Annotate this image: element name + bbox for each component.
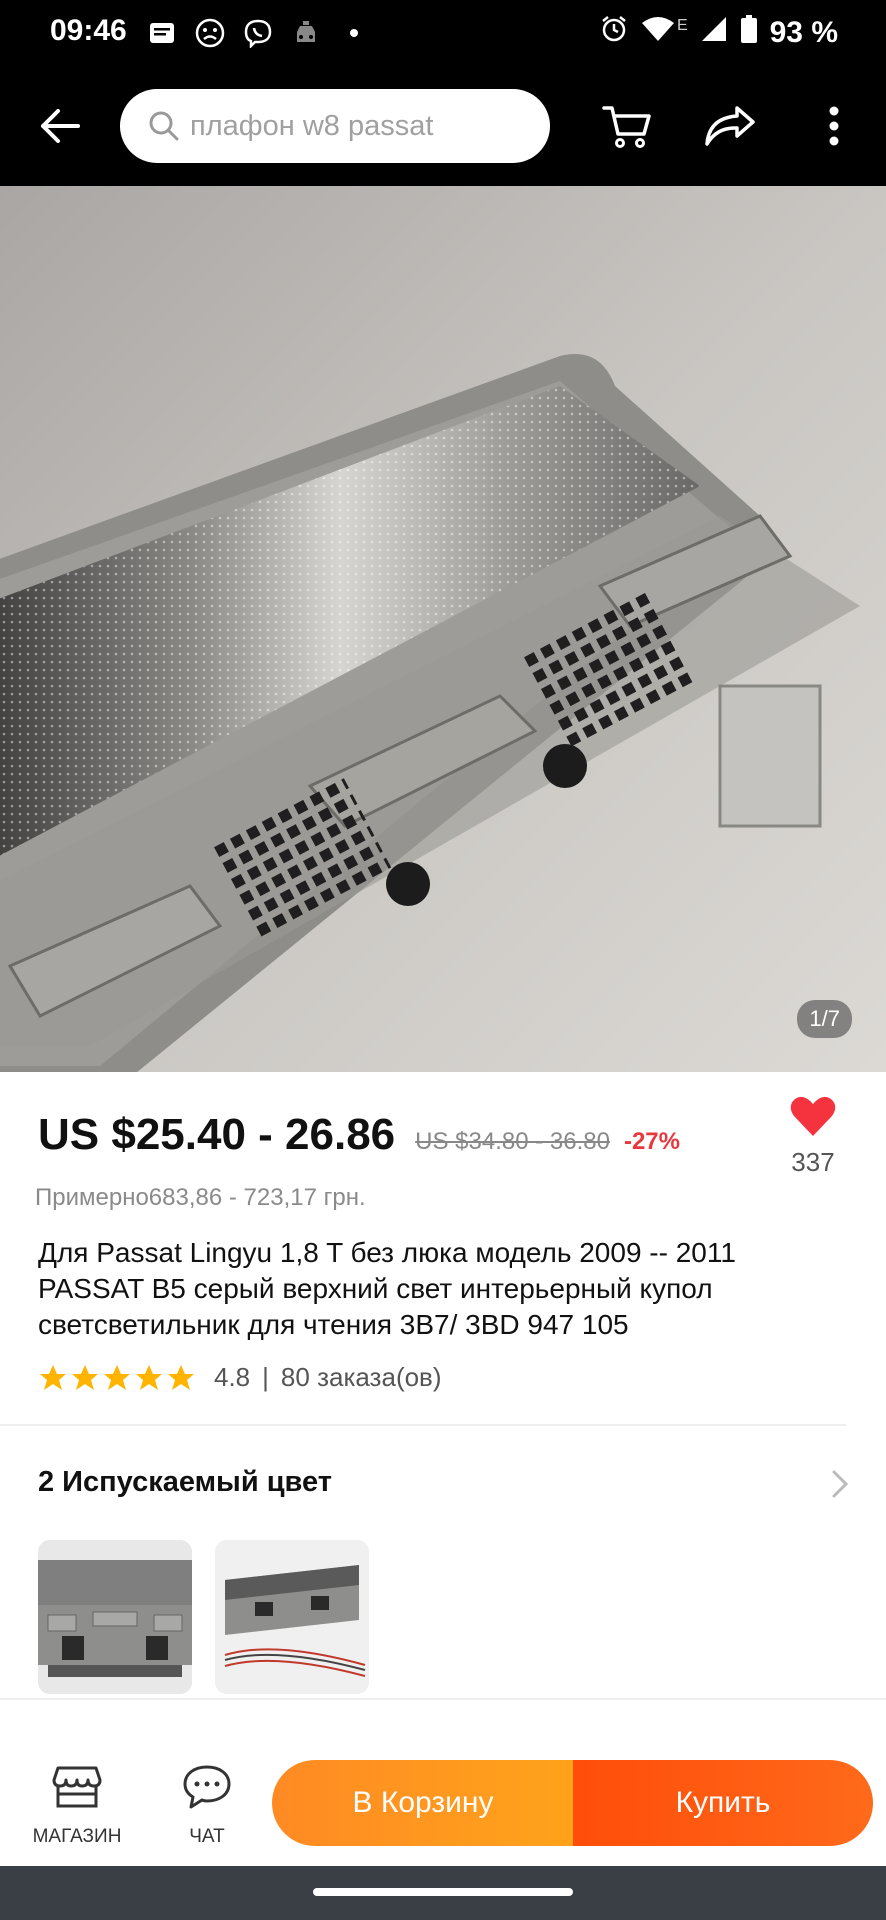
divider: [0, 1698, 886, 1700]
product-title: Для Passat Lingyu 1,8 T без люка модель …: [38, 1237, 736, 1340]
back-button[interactable]: [28, 94, 92, 158]
price: US $25.40 - 26.86: [38, 1110, 396, 1159]
star-icon: [40, 1364, 66, 1390]
color-variants-section[interactable]: 2 Испускаемый цвет: [0, 1428, 886, 1708]
rating-separator: |: [262, 1362, 269, 1392]
wifi-icon: [641, 15, 675, 51]
search-icon: [149, 111, 179, 141]
store-button[interactable]: МАГАЗИН: [30, 1764, 124, 1848]
alarm-icon: [599, 14, 629, 52]
divider: [0, 1424, 846, 1426]
signal-icon: [700, 15, 728, 51]
cart-icon: [602, 106, 651, 148]
search-input[interactable]: [190, 109, 530, 143]
chevron-right-icon[interactable]: [830, 1468, 850, 1500]
share-icon: [705, 106, 755, 146]
star-icon: [104, 1364, 130, 1390]
arrow-left-icon: [41, 109, 80, 143]
status-bar: 09:46 E 93 %: [0, 0, 886, 66]
star-icon: [136, 1364, 162, 1390]
chat-icon: [183, 1765, 231, 1809]
variants-title: 2 Испускаемый цвет: [38, 1466, 332, 1498]
more-menu-button[interactable]: [802, 94, 866, 158]
old-price: US $34.80 - 36.80: [415, 1128, 610, 1155]
variant-image-1: [38, 1540, 192, 1694]
cart-button[interactable]: [595, 94, 659, 158]
system-icons: E 93 %: [599, 14, 838, 52]
top-bar: [0, 66, 886, 186]
chat-label: ЧАТ: [189, 1826, 225, 1847]
heart-icon: [790, 1096, 836, 1136]
product-image-gallery[interactable]: 1/7: [0, 186, 886, 1072]
home-gesture-handle[interactable]: [313, 1888, 573, 1896]
battery-level: 93 %: [769, 16, 838, 49]
store-icon: [52, 1766, 102, 1808]
face-icon: [193, 16, 227, 50]
approx-price: Примерно683,86 - 723,17 грн.: [35, 1184, 366, 1211]
add-to-cart-button[interactable]: В Корзину: [272, 1760, 574, 1846]
share-button[interactable]: [698, 94, 762, 158]
discount-badge: -27%: [623, 1128, 680, 1155]
notification-icons: [145, 16, 371, 50]
more-vertical-icon: [829, 106, 839, 146]
favorite-button[interactable]: 337: [780, 1094, 846, 1178]
variant-image-2: [215, 1540, 369, 1694]
battery-icon: [740, 14, 758, 52]
favorite-count: 337: [791, 1147, 835, 1177]
rating-row[interactable]: 4.8 | 80 заказа(ов): [38, 1362, 442, 1393]
network-type: E: [676, 17, 688, 34]
system-navigation-bar: [0, 1866, 886, 1920]
chat-button[interactable]: ЧАТ: [174, 1764, 240, 1848]
star-icon: [168, 1364, 194, 1390]
image-pager: 1/7: [797, 1000, 852, 1038]
star-icon: [72, 1364, 98, 1390]
viber-icon: [241, 16, 275, 50]
dot-icon: [337, 16, 371, 50]
orders-count: 80 заказа(ов): [280, 1362, 442, 1392]
rating-stars: [38, 1363, 196, 1393]
buy-now-button[interactable]: Купить: [573, 1760, 873, 1846]
status-time: 09:46: [50, 14, 127, 47]
price-row: US $25.40 - 26.86 US $34.80 - 36.80 -27%: [38, 1110, 680, 1160]
product-photo: [0, 186, 886, 1072]
variant-thumbnail-2[interactable]: [215, 1540, 369, 1694]
bottom-action-bar: МАГАЗИН ЧАТ В Корзину Купить: [0, 1740, 886, 1866]
search-bar[interactable]: [120, 89, 550, 163]
taxi-icon: [289, 16, 323, 50]
rating-value: 4.8: [214, 1362, 251, 1392]
message-icon: [145, 16, 179, 50]
store-label: МАГАЗИН: [32, 1826, 122, 1847]
variant-thumbnail-1[interactable]: [38, 1540, 192, 1694]
